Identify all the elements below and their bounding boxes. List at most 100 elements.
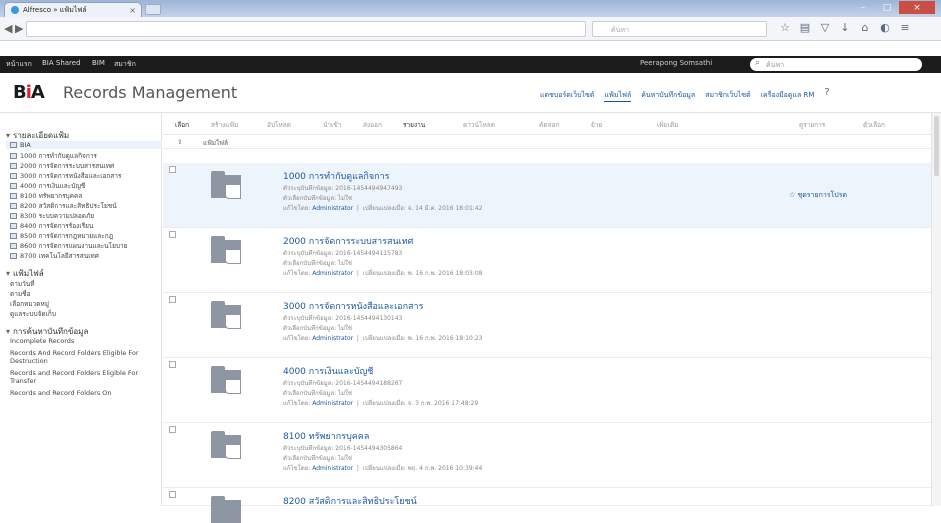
- filter-by-date[interactable]: ตามวันที่: [10, 279, 35, 289]
- new-tab-button[interactable]: [145, 4, 161, 15]
- upload-button[interactable]: อัปโหลด: [267, 120, 291, 130]
- address-bar[interactable]: [26, 21, 586, 37]
- pocket-icon[interactable]: ▽: [818, 21, 832, 35]
- sidebar-item-8500[interactable]: 8500 การจัดการกฎหมายและกฎ: [10, 231, 160, 241]
- saved-search-on-hold[interactable]: Records and Record Folders On: [10, 389, 160, 397]
- breadcrumb: ⇧ แฟ้มไฟล์: [163, 135, 941, 149]
- sidebar-item-8100[interactable]: 8100 ทรัพยากรบุคคล: [10, 191, 160, 201]
- record-folder-title[interactable]: 4000 การเงินและบัญชี: [283, 364, 373, 378]
- folder-up-icon[interactable]: ⇧: [177, 138, 182, 146]
- download-button[interactable]: ดาวน์โหลด: [463, 120, 495, 130]
- content-scrollbar[interactable]: [931, 113, 941, 506]
- user-menu[interactable]: Peerapong Somsathi: [640, 59, 712, 67]
- download-icon[interactable]: ↓: [838, 21, 852, 35]
- appbar-link-members[interactable]: สมาชิก: [114, 59, 136, 70]
- nav-file-plan[interactable]: แฟ้มไฟล์: [604, 90, 632, 102]
- list-item[interactable]: 8100 ทรัพยากรบุคคล ตัวระบุบันทึกข้อมูล: …: [163, 423, 931, 488]
- sidebar-item-root[interactable]: BIA: [6, 141, 162, 149]
- modifier-link[interactable]: Administrator: [312, 465, 353, 472]
- saved-search-incomplete[interactable]: Incomplete Records: [10, 337, 160, 345]
- sync-icon[interactable]: ◐: [878, 21, 892, 35]
- record-modified: แก้ไขโดย: Administrator | เปลี่ยนแปลงเมื…: [283, 205, 483, 212]
- sidebar-item-8700[interactable]: 8700 เทคโนโลยีสารสนเทศ: [10, 251, 160, 261]
- list-item[interactable]: 1000 การทำกับดูแลกิจการ ตัวระบุบันทึกข้อ…: [163, 163, 931, 228]
- export-button[interactable]: ส่งออก: [363, 120, 382, 130]
- row-checkbox[interactable]: [169, 361, 176, 368]
- more-button[interactable]: เพิ่มเติม: [657, 120, 679, 130]
- filter-by-name[interactable]: ตามชื่อ: [10, 289, 30, 299]
- favorite-toggle[interactable]: ☆ ชุดรายการโปรด: [789, 190, 847, 201]
- sidebar-item-4000[interactable]: 4000 การเงินและบัญชี: [10, 181, 160, 191]
- nav-records-search[interactable]: ค้นหาบันทึกข้อมูล: [641, 90, 695, 102]
- appbar-link-home[interactable]: หน้าแรก: [6, 59, 32, 70]
- home-icon[interactable]: ⌂: [858, 21, 872, 35]
- saved-search-transfer[interactable]: Records and Record Folders Eligible For …: [10, 369, 160, 385]
- row-checkbox[interactable]: [169, 491, 176, 498]
- row-checkbox[interactable]: [169, 296, 176, 303]
- toolbar: เลือก สร้างแฟ้ม อัปโหลด นำเข้า ส่งออก รา…: [163, 113, 941, 135]
- appbar-link-bim[interactable]: BIM: [92, 59, 105, 67]
- record-id: ตัวระบุบันทึกข้อมูล: 2016-1454494130143: [283, 315, 403, 322]
- nav-rm-console[interactable]: เครื่องมือดูแล RM: [761, 90, 815, 102]
- sidebar-item-8300[interactable]: 8300 ระบบความปลอดภัย: [10, 211, 160, 221]
- reader-icon[interactable]: ▤: [798, 21, 812, 35]
- modifier-link[interactable]: Administrator: [312, 335, 353, 342]
- star-icon[interactable]: ☆: [778, 21, 792, 35]
- nav-dashboard[interactable]: แดชบอร์ดเว็บไซต์: [540, 90, 594, 102]
- filter-holds[interactable]: ดูแลระบบจัดเก็บ: [10, 309, 56, 319]
- record-modified: แก้ไขโดย: Administrator | เปลี่ยนแปลงเมื…: [283, 400, 479, 407]
- maximize-icon[interactable]: □: [875, 1, 899, 14]
- list-item[interactable]: 2000 การจัดการระบบสารสนเทศ ตัวระบุบันทึก…: [163, 228, 931, 293]
- record-folder-title[interactable]: 3000 การจัดการหนังสือและเอกสาร: [283, 299, 423, 313]
- modifier-link[interactable]: Administrator: [312, 270, 353, 277]
- record-vital: ตัวเลือกบันทึกข้อมูล: ไม่ใช่: [283, 390, 352, 397]
- site-header: BiA Records Management แดชบอร์ดเว็บไซต์ …: [0, 73, 941, 113]
- sidebar-item-1000[interactable]: 1000 การทำกับดูแลกิจการ: [10, 151, 160, 161]
- scrollbar-thumb[interactable]: [934, 116, 939, 176]
- list-item[interactable]: 3000 การจัดการหนังสือและเอกสาร ตัวระบุบั…: [163, 293, 931, 358]
- list-item[interactable]: 4000 การเงินและบัญชี ตัวระบุบันทึกข้อมูล…: [163, 358, 931, 423]
- saved-search-destruction[interactable]: Records And Record Folders Eligible For …: [10, 349, 160, 365]
- forward-icon[interactable]: ▶: [15, 22, 23, 35]
- sidebar-item-3000[interactable]: 3000 การจัดการหนังสือและเอกสาร: [10, 171, 160, 181]
- close-tab-icon[interactable]: ×: [129, 6, 136, 15]
- breadcrumb-path[interactable]: แฟ้มไฟล์: [203, 138, 228, 148]
- sidebar-item-2000[interactable]: 2000 การจัดการระบบสารสนเทศ: [10, 161, 160, 171]
- back-icon[interactable]: ◀: [4, 22, 12, 35]
- site-nav: แดชบอร์ดเว็บไซต์ แฟ้มไฟล์ ค้นหาบันทึกข้อ…: [540, 87, 830, 102]
- bia-logo: BiA: [13, 82, 45, 103]
- record-folder-title[interactable]: 2000 การจัดการระบบสารสนเทศ: [283, 234, 413, 248]
- window-close-icon[interactable]: ×: [899, 1, 935, 14]
- browser-tab[interactable]: Alfresco » แฟ้มไฟล์ ×: [4, 2, 142, 17]
- view-button[interactable]: ดูรายการ: [799, 120, 825, 130]
- alfresco-favicon-icon: [11, 6, 19, 14]
- appbar-link-shared[interactable]: BIA Shared: [42, 59, 81, 67]
- app-search-input[interactable]: ค้นหา: [750, 58, 922, 71]
- copy-button[interactable]: คัดลอก: [539, 120, 559, 130]
- minimize-icon[interactable]: –: [851, 1, 875, 14]
- select-menu-button[interactable]: เลือก: [175, 120, 189, 130]
- browser-tab-bar: Alfresco » แฟ้มไฟล์ × – □ ×: [0, 0, 941, 17]
- sidebar-item-8600[interactable]: 8600 การจัดการแผนงานและนโยบาย: [10, 241, 160, 251]
- new-folder-button[interactable]: สร้างแฟ้ม: [211, 120, 238, 130]
- modifier-link[interactable]: Administrator: [312, 205, 353, 212]
- report-button[interactable]: รายงาน: [403, 120, 425, 130]
- import-button[interactable]: นำเข้า: [323, 120, 341, 130]
- options-button[interactable]: ตัวเลือก: [863, 120, 885, 130]
- menu-icon[interactable]: ≡: [898, 21, 912, 35]
- row-checkbox[interactable]: [169, 231, 176, 238]
- help-icon[interactable]: ?: [824, 87, 829, 102]
- row-checkbox[interactable]: [169, 166, 176, 173]
- filter-category[interactable]: เลือกหมวดหมู่: [10, 299, 49, 309]
- modifier-link[interactable]: Administrator: [312, 400, 353, 407]
- record-folder-title[interactable]: 8100 ทรัพยากรบุคคล: [283, 429, 369, 443]
- move-button[interactable]: ย้าย: [591, 120, 602, 130]
- nav-site-members[interactable]: สมาชิกเว็บไซต์: [705, 90, 750, 102]
- record-folder-title[interactable]: 1000 การทำกับดูแลกิจการ: [283, 169, 389, 183]
- browser-search-input[interactable]: ค้นหา: [592, 21, 767, 37]
- sidebar-item-8200[interactable]: 8200 สวัสดิการและสิทธิประโยชน์: [10, 201, 160, 211]
- list-item[interactable]: 8200 สวัสดิการและสิทธิประโยชน์: [163, 488, 931, 523]
- page-title: Records Management: [63, 83, 238, 102]
- row-checkbox[interactable]: [169, 426, 176, 433]
- sidebar-item-8400[interactable]: 8400 การจัดการร้องเรียน: [10, 221, 160, 231]
